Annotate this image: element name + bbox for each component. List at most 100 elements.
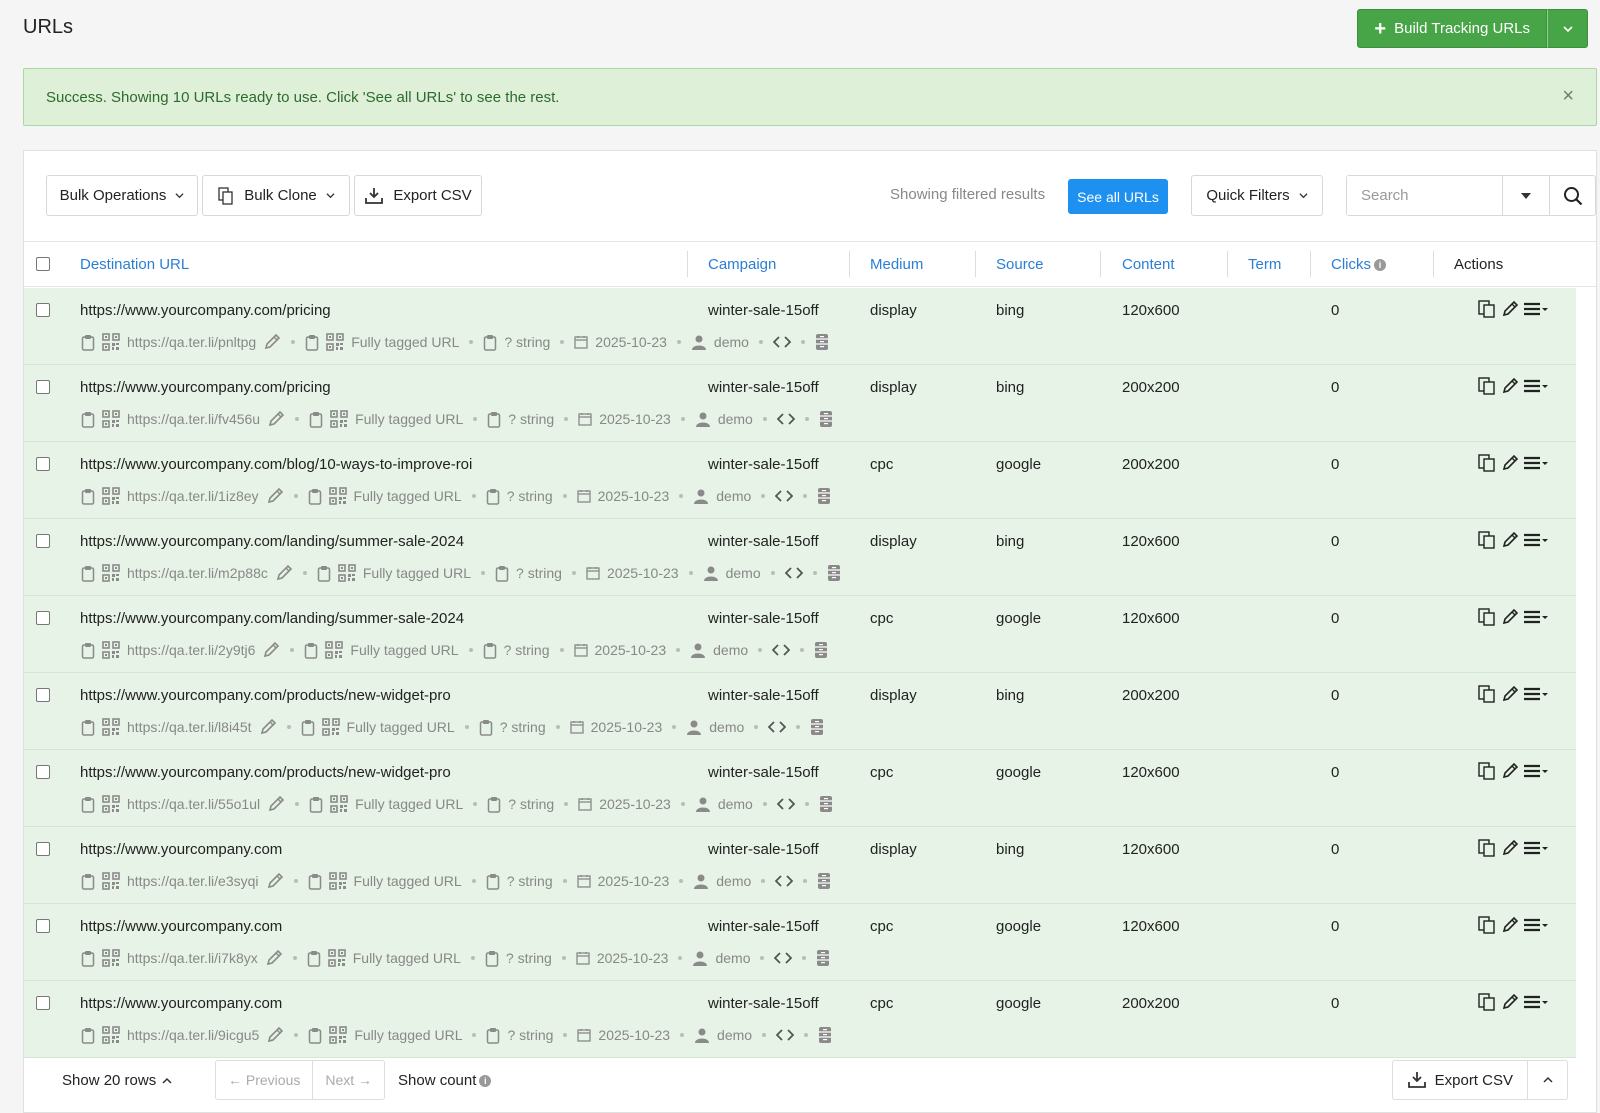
menu-icon[interactable]: [1523, 994, 1549, 1010]
edit-icon[interactable]: [1501, 762, 1519, 780]
menu-icon[interactable]: [1523, 455, 1549, 471]
menu-icon[interactable]: [1523, 301, 1549, 317]
database-icon[interactable]: [816, 949, 830, 967]
clone-icon[interactable]: [1477, 607, 1497, 627]
tagged-url-label[interactable]: Fully tagged URL: [350, 642, 458, 658]
code-icon[interactable]: [775, 489, 794, 503]
edit-short-url-icon[interactable]: [265, 949, 283, 967]
clipboard-icon[interactable]: [486, 1027, 500, 1044]
clipboard-icon[interactable]: [483, 642, 497, 659]
clone-icon[interactable]: [1477, 761, 1497, 781]
qr-code-icon[interactable]: [102, 949, 120, 967]
short-url[interactable]: https://qa.ter.li/pnltpg: [127, 334, 256, 350]
edit-icon[interactable]: [1501, 993, 1519, 1011]
database-icon[interactable]: [819, 795, 833, 813]
clipboard-icon[interactable]: [486, 488, 500, 505]
row-checkbox[interactable]: [36, 919, 50, 933]
footer-export-csv-button[interactable]: Export CSV: [1393, 1061, 1527, 1099]
column-term[interactable]: Term: [1248, 256, 1281, 273]
destination-url[interactable]: https://www.yourcompany.com: [80, 995, 282, 1012]
copy-short-url-icon[interactable]: [81, 488, 95, 505]
short-url[interactable]: https://qa.ter.li/l8i45t: [127, 719, 252, 735]
edit-icon[interactable]: [1501, 839, 1519, 857]
edit-icon[interactable]: [1501, 531, 1519, 549]
bulk-clone-button[interactable]: Bulk Clone: [202, 175, 350, 216]
row-checkbox[interactable]: [36, 842, 50, 856]
next-page-button[interactable]: Next →: [312, 1061, 384, 1099]
short-url[interactable]: https://qa.ter.li/i7k8yx: [127, 950, 258, 966]
edit-short-url-icon[interactable]: [266, 487, 284, 505]
destination-url[interactable]: https://www.yourcompany.com/pricing: [80, 302, 331, 319]
menu-icon[interactable]: [1523, 763, 1549, 779]
search-options-dropdown[interactable]: [1502, 176, 1549, 215]
qr-code-icon[interactable]: [321, 718, 340, 736]
copy-tagged-url-icon[interactable]: [304, 642, 318, 659]
search-input[interactable]: [1347, 176, 1502, 215]
destination-url[interactable]: https://www.yourcompany.com/products/new…: [80, 687, 451, 704]
qr-code-icon[interactable]: [102, 872, 120, 890]
clone-icon[interactable]: [1477, 376, 1497, 396]
code-icon[interactable]: [776, 412, 795, 426]
copy-tagged-url-icon[interactable]: [308, 488, 322, 505]
bulk-operations-button[interactable]: Bulk Operations: [46, 175, 198, 216]
menu-icon[interactable]: [1523, 378, 1549, 394]
copy-tagged-url-icon[interactable]: [309, 796, 323, 813]
column-destination-url[interactable]: Destination URL: [80, 256, 189, 273]
destination-url[interactable]: https://www.yourcompany.com/blog/10-ways…: [80, 456, 472, 473]
copy-short-url-icon[interactable]: [81, 719, 95, 736]
menu-icon[interactable]: [1523, 840, 1549, 856]
row-checkbox[interactable]: [36, 765, 50, 779]
destination-url[interactable]: https://www.yourcompany.com/pricing: [80, 379, 331, 396]
build-tracking-urls-button[interactable]: + Build Tracking URLs: [1357, 9, 1547, 48]
destination-url[interactable]: https://www.yourcompany.com/landing/summ…: [80, 533, 464, 550]
previous-page-button[interactable]: ← Previous: [216, 1061, 312, 1099]
short-url[interactable]: https://qa.ter.li/fv456u: [127, 411, 260, 427]
copy-short-url-icon[interactable]: [81, 950, 95, 967]
clipboard-icon[interactable]: [487, 411, 501, 428]
code-icon[interactable]: [772, 335, 791, 349]
tagged-url-label[interactable]: Fully tagged URL: [351, 334, 459, 350]
copy-short-url-icon[interactable]: [81, 1027, 95, 1044]
tagged-url-label[interactable]: Fully tagged URL: [353, 950, 461, 966]
qr-code-icon[interactable]: [327, 949, 346, 967]
row-checkbox[interactable]: [36, 611, 50, 625]
edit-icon[interactable]: [1501, 300, 1519, 318]
clipboard-icon[interactable]: [483, 334, 497, 351]
row-checkbox[interactable]: [36, 303, 50, 317]
alert-close-button[interactable]: ×: [1562, 85, 1574, 108]
tagged-url-label[interactable]: Fully tagged URL: [355, 796, 463, 812]
edit-short-url-icon[interactable]: [267, 410, 285, 428]
code-icon[interactable]: [776, 797, 795, 811]
copy-tagged-url-icon[interactable]: [308, 873, 322, 890]
qr-code-icon[interactable]: [102, 641, 120, 659]
edit-icon[interactable]: [1501, 685, 1519, 703]
qr-code-icon[interactable]: [102, 333, 120, 351]
edit-icon[interactable]: [1501, 377, 1519, 395]
clone-icon[interactable]: [1477, 838, 1497, 858]
tagged-url-label[interactable]: Fully tagged URL: [354, 1027, 462, 1043]
edit-short-url-icon[interactable]: [266, 872, 284, 890]
clone-icon[interactable]: [1477, 684, 1497, 704]
clipboard-icon[interactable]: [487, 796, 501, 813]
clone-icon[interactable]: [1477, 530, 1497, 550]
code-icon[interactable]: [768, 720, 787, 734]
short-url[interactable]: https://qa.ter.li/55o1ul: [127, 796, 260, 812]
database-icon[interactable]: [827, 564, 841, 582]
database-icon[interactable]: [817, 872, 831, 890]
copy-tagged-url-icon[interactable]: [305, 334, 319, 351]
copy-short-url-icon[interactable]: [81, 334, 95, 351]
tagged-url-label[interactable]: Fully tagged URL: [354, 488, 462, 504]
destination-url[interactable]: https://www.yourcompany.com/products/new…: [80, 764, 451, 781]
code-icon[interactable]: [772, 643, 791, 657]
row-checkbox[interactable]: [36, 688, 50, 702]
menu-icon[interactable]: [1523, 532, 1549, 548]
column-campaign[interactable]: Campaign: [708, 256, 776, 273]
destination-url[interactable]: https://www.yourcompany.com: [80, 918, 282, 935]
edit-icon[interactable]: [1501, 916, 1519, 934]
edit-icon[interactable]: [1501, 454, 1519, 472]
copy-short-url-icon[interactable]: [81, 873, 95, 890]
clone-icon[interactable]: [1477, 915, 1497, 935]
qr-code-icon[interactable]: [102, 564, 120, 582]
row-checkbox[interactable]: [36, 534, 50, 548]
copy-tagged-url-icon[interactable]: [317, 565, 331, 582]
